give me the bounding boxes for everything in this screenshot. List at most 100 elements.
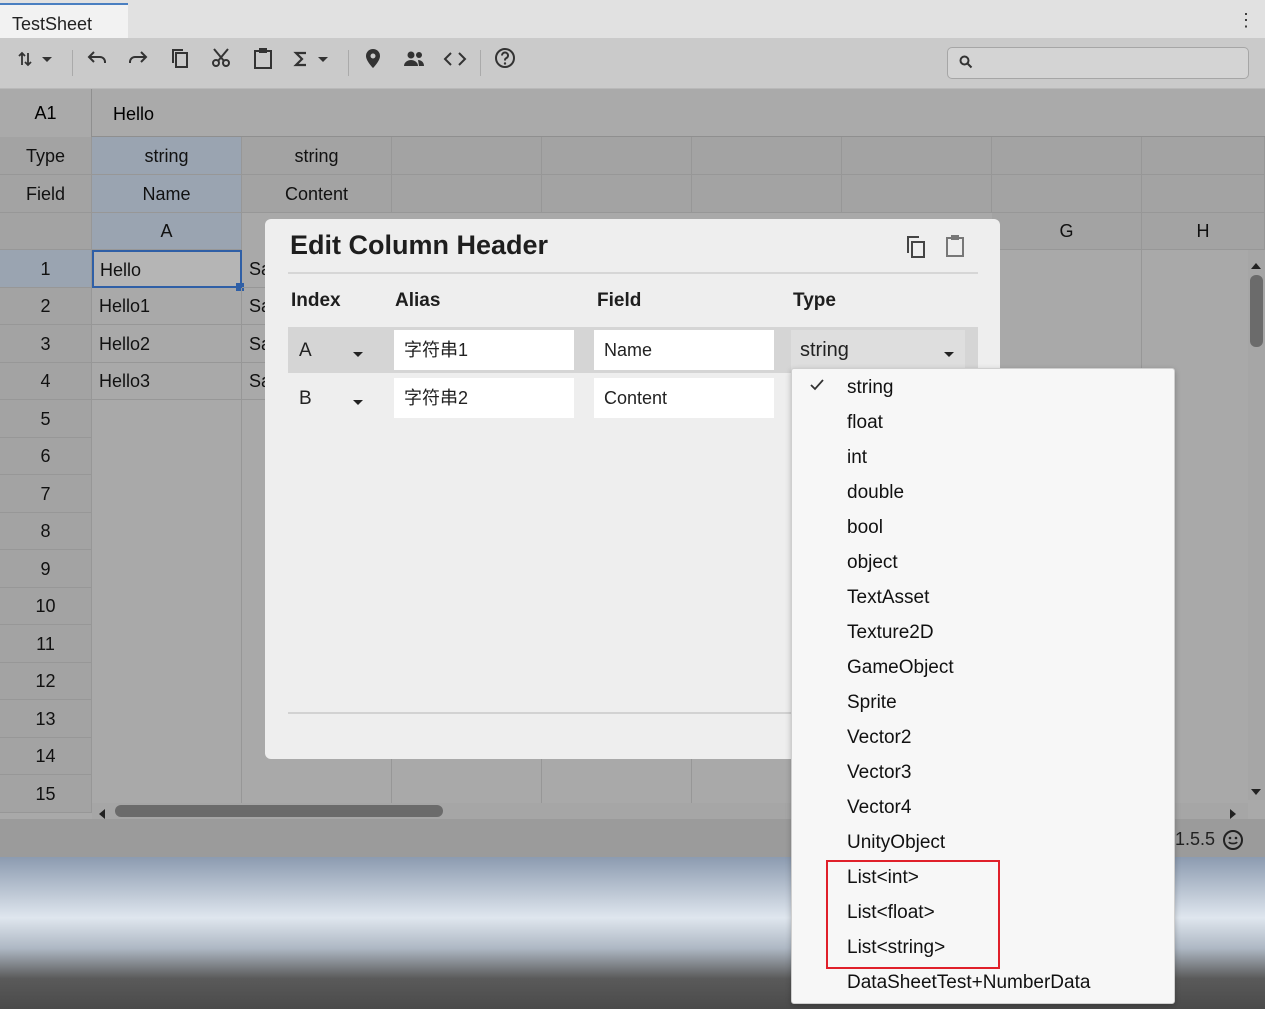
field-cell[interactable] xyxy=(1142,175,1265,213)
type-cell[interactable] xyxy=(542,137,692,175)
menu-item-string[interactable]: string xyxy=(847,377,893,399)
row-index-b[interactable]: B xyxy=(299,388,312,410)
row-header[interactable]: 4 xyxy=(0,363,92,400)
column-header-a[interactable]: A xyxy=(92,213,242,250)
menu-item-numberdata[interactable]: DataSheetTest+NumberData xyxy=(847,972,1090,994)
row-header[interactable]: 5 xyxy=(0,400,92,438)
row-header[interactable]: 1 xyxy=(0,250,92,288)
field-cell-a[interactable]: Name xyxy=(92,175,242,213)
header-alias: Alias xyxy=(395,290,441,311)
scroll-down-icon[interactable] xyxy=(1251,784,1261,802)
tab-testsheet[interactable]: TestSheet xyxy=(0,3,128,38)
field-cell[interactable] xyxy=(542,175,692,213)
row-header[interactable]: 8 xyxy=(0,513,92,550)
alias-field-b[interactable]: 字符串2 xyxy=(394,378,574,418)
paste-icon[interactable] xyxy=(246,46,280,80)
chevron-down-icon[interactable] xyxy=(352,394,364,412)
type-cell-a[interactable]: string xyxy=(92,137,242,175)
check-icon xyxy=(808,376,826,400)
type-cell-b[interactable]: string xyxy=(242,137,392,175)
type-select-a[interactable]: string xyxy=(791,330,965,370)
toolbar-separator xyxy=(72,50,73,76)
row-header[interactable]: 6 xyxy=(0,438,92,475)
column-header-g[interactable]: G xyxy=(992,213,1142,250)
field-cell-b[interactable]: Content xyxy=(242,175,392,213)
smiley-icon[interactable] xyxy=(1222,829,1244,856)
row-header[interactable]: 14 xyxy=(0,738,92,775)
scroll-up-icon[interactable] xyxy=(1251,256,1261,274)
corner-cell[interactable] xyxy=(0,213,92,250)
menu-item-textasset[interactable]: TextAsset xyxy=(847,587,929,609)
chevron-down-icon[interactable] xyxy=(943,346,955,364)
menu-item-object[interactable]: object xyxy=(847,552,898,574)
search-input[interactable] xyxy=(947,47,1249,79)
type-cell[interactable] xyxy=(692,137,842,175)
vertical-scroll-thumb[interactable] xyxy=(1250,275,1263,347)
type-cell[interactable] xyxy=(1142,137,1265,175)
sum-icon[interactable] xyxy=(288,46,336,80)
alias-field-a[interactable]: 字符串1 xyxy=(394,330,574,370)
pin-icon[interactable] xyxy=(356,46,390,80)
menu-item-unityobject[interactable]: UnityObject xyxy=(847,832,945,854)
row-header[interactable]: 15 xyxy=(0,775,92,813)
cell-b2[interactable]: Sa xyxy=(242,288,266,325)
menu-item-float[interactable]: float xyxy=(847,412,883,434)
row-header[interactable]: 2 xyxy=(0,288,92,325)
menu-item-bool[interactable]: bool xyxy=(847,517,883,539)
type-cell[interactable] xyxy=(392,137,542,175)
header-index: Index xyxy=(291,290,341,311)
menu-item-gameobject[interactable]: GameObject xyxy=(847,657,954,679)
row-index-a[interactable]: A xyxy=(299,340,312,362)
chevron-down-icon[interactable] xyxy=(352,346,364,364)
sort-icon[interactable] xyxy=(12,46,60,80)
cell-a-empty[interactable] xyxy=(92,400,242,813)
row-header[interactable]: 12 xyxy=(0,663,92,700)
code-icon[interactable] xyxy=(438,46,472,80)
row-header[interactable]: 13 xyxy=(0,700,92,738)
cell-a3[interactable]: Hello2 xyxy=(92,325,242,363)
cell-b3[interactable]: Sa xyxy=(242,325,266,363)
cell-b4[interactable]: Sa xyxy=(242,363,266,400)
users-icon[interactable] xyxy=(397,46,431,80)
cell-a2[interactable]: Hello1 xyxy=(92,288,242,325)
cut-icon[interactable] xyxy=(204,46,238,80)
horizontal-scroll-thumb[interactable] xyxy=(115,805,443,817)
menu-item-sprite[interactable]: Sprite xyxy=(847,692,897,714)
field-cell[interactable] xyxy=(842,175,992,213)
type-cell[interactable] xyxy=(842,137,992,175)
row-header[interactable]: 9 xyxy=(0,550,92,588)
cell-b1[interactable]: Sa xyxy=(242,250,266,288)
column-header-h[interactable]: H xyxy=(1142,213,1265,250)
field-cell[interactable] xyxy=(392,175,542,213)
row-header[interactable]: 7 xyxy=(0,475,92,513)
row-header[interactable]: 3 xyxy=(0,325,92,363)
field-cell[interactable] xyxy=(692,175,842,213)
menu-item-double[interactable]: double xyxy=(847,482,904,504)
row-header[interactable]: 10 xyxy=(0,588,92,625)
more-options-icon[interactable]: ⋮ xyxy=(1237,10,1255,31)
field-name-a[interactable]: Name xyxy=(594,330,774,370)
menu-item-texture2d[interactable]: Texture2D xyxy=(847,622,934,644)
paste-icon[interactable] xyxy=(944,234,966,263)
menu-item-vector4[interactable]: Vector4 xyxy=(847,797,911,819)
field-cell[interactable] xyxy=(992,175,1142,213)
menu-item-vector3[interactable]: Vector3 xyxy=(847,762,911,784)
cell-reference: A1 xyxy=(0,89,92,137)
undo-icon[interactable] xyxy=(80,46,114,80)
cell-a1[interactable]: Hello xyxy=(92,250,242,288)
formula-bar-value[interactable]: Hello xyxy=(92,89,1265,137)
menu-item-int[interactable]: int xyxy=(847,447,867,469)
type-cell[interactable] xyxy=(992,137,1142,175)
cell-a4[interactable]: Hello3 xyxy=(92,363,242,400)
field-row-label: Field xyxy=(0,175,92,213)
search-icon xyxy=(958,54,974,75)
row-header[interactable]: 11 xyxy=(0,625,92,663)
toolbar-separator xyxy=(480,50,481,76)
copy-icon[interactable] xyxy=(904,234,928,265)
grid-line xyxy=(241,400,242,813)
field-name-b[interactable]: Content xyxy=(594,378,774,418)
redo-icon[interactable] xyxy=(121,46,155,80)
menu-item-vector2[interactable]: Vector2 xyxy=(847,727,911,749)
help-icon[interactable] xyxy=(488,46,522,80)
copy-icon[interactable] xyxy=(163,46,197,80)
